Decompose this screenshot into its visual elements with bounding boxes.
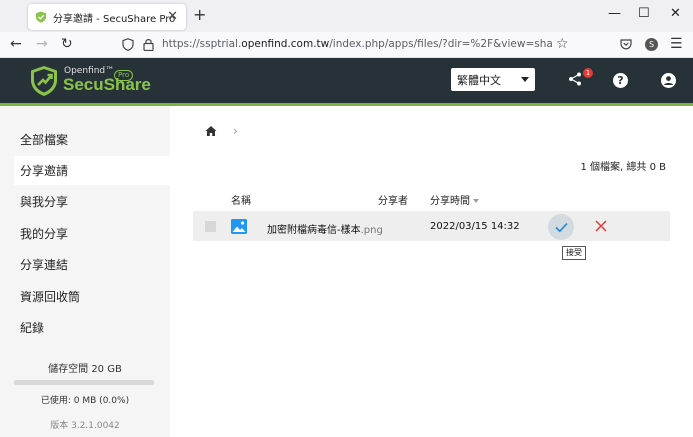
column-header-name[interactable]: 名稱 (231, 192, 251, 207)
accept-tooltip: 接受 (562, 246, 586, 260)
sidebar-item-shared-with-me[interactable]: 與我分享 (14, 187, 170, 216)
breadcrumb-chevron-icon: › (233, 124, 238, 138)
logo-product-text: SecuShare (63, 75, 151, 94)
maximize-icon[interactable]: ☐ (638, 6, 650, 21)
share-icon[interactable] (568, 72, 582, 86)
accept-button[interactable] (548, 214, 574, 240)
tracking-shield-icon[interactable] (122, 38, 134, 51)
pocket-icon[interactable] (620, 38, 632, 50)
column-header-sharer[interactable]: 分享者 (378, 192, 408, 207)
file-name[interactable]: 加密附檔病毒信-樣本.png (267, 221, 383, 236)
sidebar-item-logs[interactable]: 紀錄 (14, 313, 170, 342)
storage-title: 儲存空間 20 GB (48, 364, 122, 375)
sidebar-item-share-invitations[interactable]: 分享邀請 (14, 156, 170, 185)
tab-close-icon[interactable]: ✕ (167, 9, 178, 24)
help-icon[interactable]: ? (613, 73, 628, 88)
sidebar-item-my-shares[interactable]: 我的分享 (14, 219, 170, 248)
storage-progress-bar (14, 380, 154, 385)
browser-tab-bar: 分享邀請 - SecuShare Pro ✕ + — ☐ ✕ (0, 0, 693, 32)
file-share-time: 2022/03/15 14:32 (430, 221, 520, 232)
bookmark-star-icon[interactable]: ☆ (556, 36, 569, 52)
sidebar-item-all-files[interactable]: 全部檔案 (14, 125, 170, 154)
reject-close-icon[interactable] (593, 218, 609, 234)
storage-used-text: 已使用: 0 MB (0.0%) (40, 396, 130, 406)
sidebar-item-recycle-bin[interactable]: 資源回收筒 (14, 282, 170, 311)
sidebar-item-share-links[interactable]: 分享連結 (14, 250, 170, 279)
checkmark-icon (554, 222, 568, 232)
lock-icon[interactable] (143, 38, 154, 51)
back-icon[interactable]: ← (10, 36, 22, 52)
secushare-logo-icon[interactable] (30, 65, 58, 97)
forward-icon[interactable]: → (36, 36, 48, 52)
minimize-icon[interactable]: — (608, 6, 621, 21)
chevron-down-icon (521, 77, 529, 82)
browser-tab-title: 分享邀請 - SecuShare Pro (53, 13, 176, 25)
browser-tab[interactable]: 分享邀請 - SecuShare Pro ✕ (28, 4, 186, 30)
file-summary: 1 個檔案, 總共 0 B (580, 162, 666, 173)
account-avatar[interactable]: S (645, 38, 658, 51)
sort-down-icon[interactable] (473, 199, 479, 203)
reload-icon[interactable]: ↻ (61, 36, 73, 52)
version-text: 版本 3.2.1.0042 (50, 421, 120, 431)
image-file-icon (231, 219, 247, 234)
home-icon[interactable] (205, 125, 217, 137)
browser-nav-bar: ← → ↻ https://ssptrial.openfind.com.tw/i… (0, 32, 693, 58)
menu-icon[interactable]: ☰ (670, 36, 683, 52)
new-tab-icon[interactable]: + (193, 5, 206, 24)
column-header-share-time[interactable]: 分享時間 (430, 192, 470, 207)
language-select-value: 繁體中文 (457, 73, 501, 87)
window-close-icon[interactable]: ✕ (670, 6, 681, 21)
logo-pro-badge: Pro (114, 70, 134, 81)
language-select[interactable]: 繁體中文 (451, 68, 535, 91)
user-account-icon[interactable] (661, 73, 676, 88)
secushare-favicon-icon (36, 11, 46, 23)
address-bar[interactable]: https://ssptrial.openfind.com.tw/index.p… (162, 38, 552, 50)
row-checkbox[interactable] (205, 221, 216, 232)
share-notification-badge: 1 (583, 68, 593, 78)
